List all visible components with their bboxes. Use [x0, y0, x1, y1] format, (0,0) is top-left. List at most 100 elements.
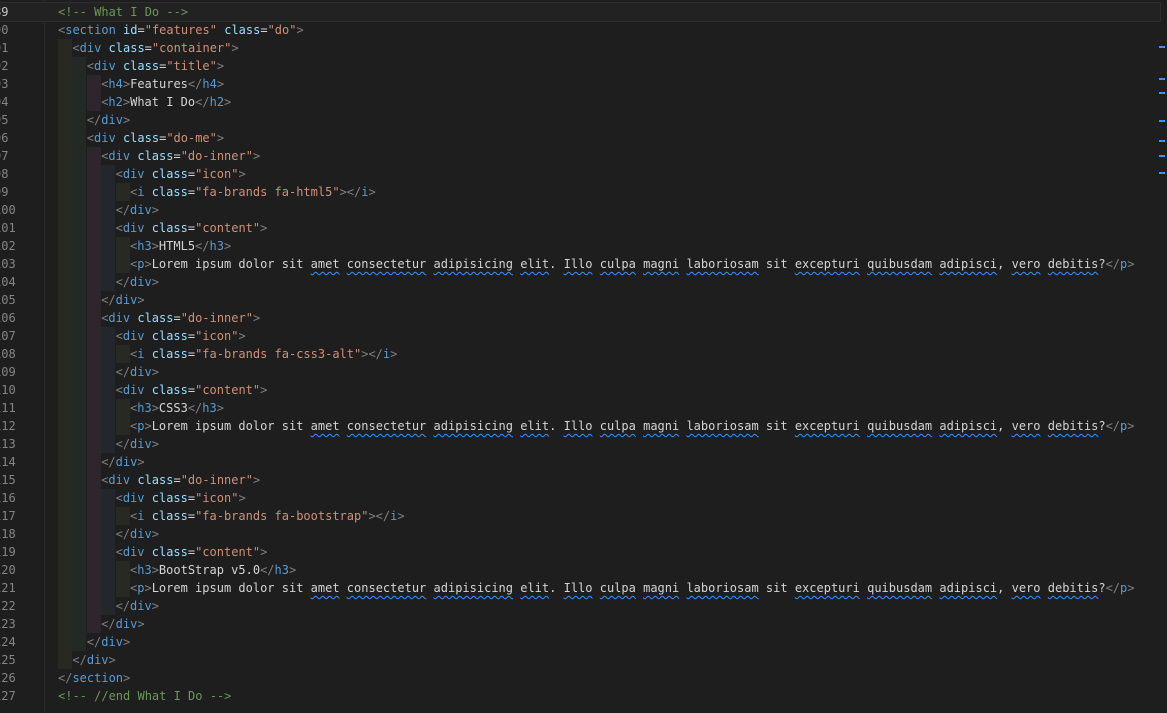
code-line[interactable]: 92 <div class="title"> [0, 57, 1160, 75]
code-line[interactable]: 115 <div class="do-inner"> [0, 471, 1160, 489]
indent-guide [58, 579, 72, 597]
code-text: <i class="fa-brands fa-html5"></i> [130, 183, 376, 201]
indent-guide [58, 471, 72, 489]
code-line[interactable]: 100 </div> [0, 201, 1160, 219]
code-token: class [151, 491, 188, 505]
code-line[interactable]: 96 <div class="do-me"> [0, 129, 1160, 147]
code-line[interactable]: 95 </div> [0, 111, 1160, 129]
code-line[interactable]: 107 <div class="icon"> [0, 327, 1160, 345]
code-line[interactable]: 97 <div class="do-inner"> [0, 147, 1160, 165]
code-line[interactable]: 125 </div> [0, 651, 1160, 669]
code-token: > [151, 563, 159, 577]
code-line[interactable]: 93<h4>Features</h4> [0, 75, 1160, 93]
code-line[interactable]: 102 <h3>HTML5</h3> [0, 237, 1160, 255]
code-line[interactable]: 89 <!-- What I Do --> [0, 2, 1161, 22]
code-line[interactable]: 113 </div> [0, 435, 1160, 453]
line-number: 109 [0, 365, 16, 379]
spelling-squiggle-token: consectetur [346, 257, 427, 271]
code-line[interactable]: 122 </div> [0, 597, 1160, 615]
warning-marker [1159, 140, 1165, 142]
code-token: class [224, 23, 261, 37]
indent-guide [72, 273, 87, 291]
code-line[interactable]: 106 <div class="do-inner"> [0, 309, 1160, 327]
line-number: 110 [0, 383, 16, 397]
line-number: 123 [0, 617, 16, 631]
indent-guide [101, 507, 116, 525]
code-text: </div> [116, 525, 159, 543]
code-token: > [238, 329, 246, 343]
code-token: > [216, 401, 224, 415]
indent-guide [86, 75, 101, 93]
code-editor[interactable]: 89<!-- What I Do -->90<section id="featu… [0, 0, 1167, 713]
code-token: = [187, 509, 196, 523]
spelling-squiggle-token: adipisicing [433, 419, 513, 433]
indent-guide [101, 273, 116, 291]
code-line[interactable]: 99<i class="fa-brands fa-html5"></i> [0, 183, 1160, 201]
indent-guide [101, 597, 116, 615]
code-token: id [123, 23, 138, 37]
code-line[interactable]: 127 <!-- //end What I Do --> [0, 687, 1160, 705]
code-line[interactable]: 120 <h3>BootStrap v5.0</h3> [0, 561, 1160, 579]
code-token: div [130, 203, 152, 217]
code-line[interactable]: 119 <div class="content"> [0, 543, 1160, 561]
code-line[interactable]: 114 </div> [0, 453, 1160, 471]
indent-guide [86, 273, 101, 291]
indent-guide [72, 183, 87, 201]
code-line[interactable]: 91 <div class="container"> [0, 39, 1160, 57]
code-line[interactable]: 121 <p>Lorem ipsum dolor sit amet consect… [0, 579, 1160, 597]
code-token: < [86, 59, 95, 73]
spelling-squiggle-token: debitis [1047, 419, 1099, 433]
code-token: h3 [202, 401, 217, 415]
code-line[interactable]: 112 <p>Lorem ipsum dolor sit amet consect… [0, 417, 1160, 435]
code-line[interactable]: 116 <div class="icon"> [0, 489, 1160, 507]
indent-guide [58, 615, 72, 633]
indent-guide [58, 309, 72, 327]
code-line[interactable]: 94<h2>What I Do</h2> [0, 93, 1160, 111]
code-line[interactable]: 123 </div> [0, 615, 1160, 633]
indent-guide [101, 489, 116, 507]
code-line[interactable]: 110 <div class="content"> [0, 381, 1160, 399]
code-token: <!-- //end What I Do --> [58, 689, 232, 703]
code-line[interactable]: 111 <h3>CSS3</h3> [0, 399, 1160, 417]
indent-guide [86, 417, 101, 435]
code-token: "fa-brands fa-css3-alt" [195, 347, 362, 361]
code-line[interactable]: 98 <div class="icon"> [0, 165, 1160, 183]
line-number: 112 [0, 419, 16, 433]
code-line[interactable]: 104 </div> [0, 273, 1160, 291]
indent-guide [86, 165, 101, 183]
indent-guide [115, 255, 130, 273]
indent-guide [72, 417, 87, 435]
code-token: </ [101, 455, 116, 469]
code-line[interactable]: 103 <p>Lorem ipsum dolor sit amet consect… [0, 255, 1160, 273]
indent-guide [101, 219, 116, 237]
line-number: 119 [0, 545, 16, 559]
code-token: class [151, 221, 188, 235]
code-line[interactable]: 124 </div> [0, 633, 1160, 651]
code-token: h2 [209, 95, 225, 109]
indent-guide [86, 543, 101, 561]
code-text: </div> [116, 435, 159, 453]
code-line[interactable]: 109 </div> [0, 363, 1160, 381]
indent-guide [58, 327, 72, 345]
line-number: 102 [0, 239, 16, 253]
code-line[interactable]: 118 </div> [0, 525, 1160, 543]
spelling-squiggle-token: elit [520, 581, 550, 595]
code-token: div [130, 275, 152, 289]
indent-guide [101, 525, 116, 543]
code-line[interactable]: 105 </div> [0, 291, 1160, 309]
code-token: div [130, 599, 152, 613]
code-token: h3 [137, 563, 152, 577]
code-line[interactable]: 101 <div class="content"> [0, 219, 1160, 237]
code-line[interactable]: 126 </section> [0, 669, 1160, 687]
code-text: <div class="do-me"> [87, 129, 224, 147]
code-line[interactable]: 108<i class="fa-brands fa-css3-alt"></i> [0, 345, 1160, 363]
code-line[interactable]: 90 <section id="features" class="do"> [0, 21, 1160, 39]
code-line[interactable]: 117<i class="fa-brands fa-bootstrap"></i… [0, 507, 1160, 525]
indent-guide [86, 291, 101, 309]
code-token: div [122, 329, 145, 343]
overview-ruler[interactable] [1159, 0, 1167, 713]
code-token: CSS3 [158, 401, 188, 415]
